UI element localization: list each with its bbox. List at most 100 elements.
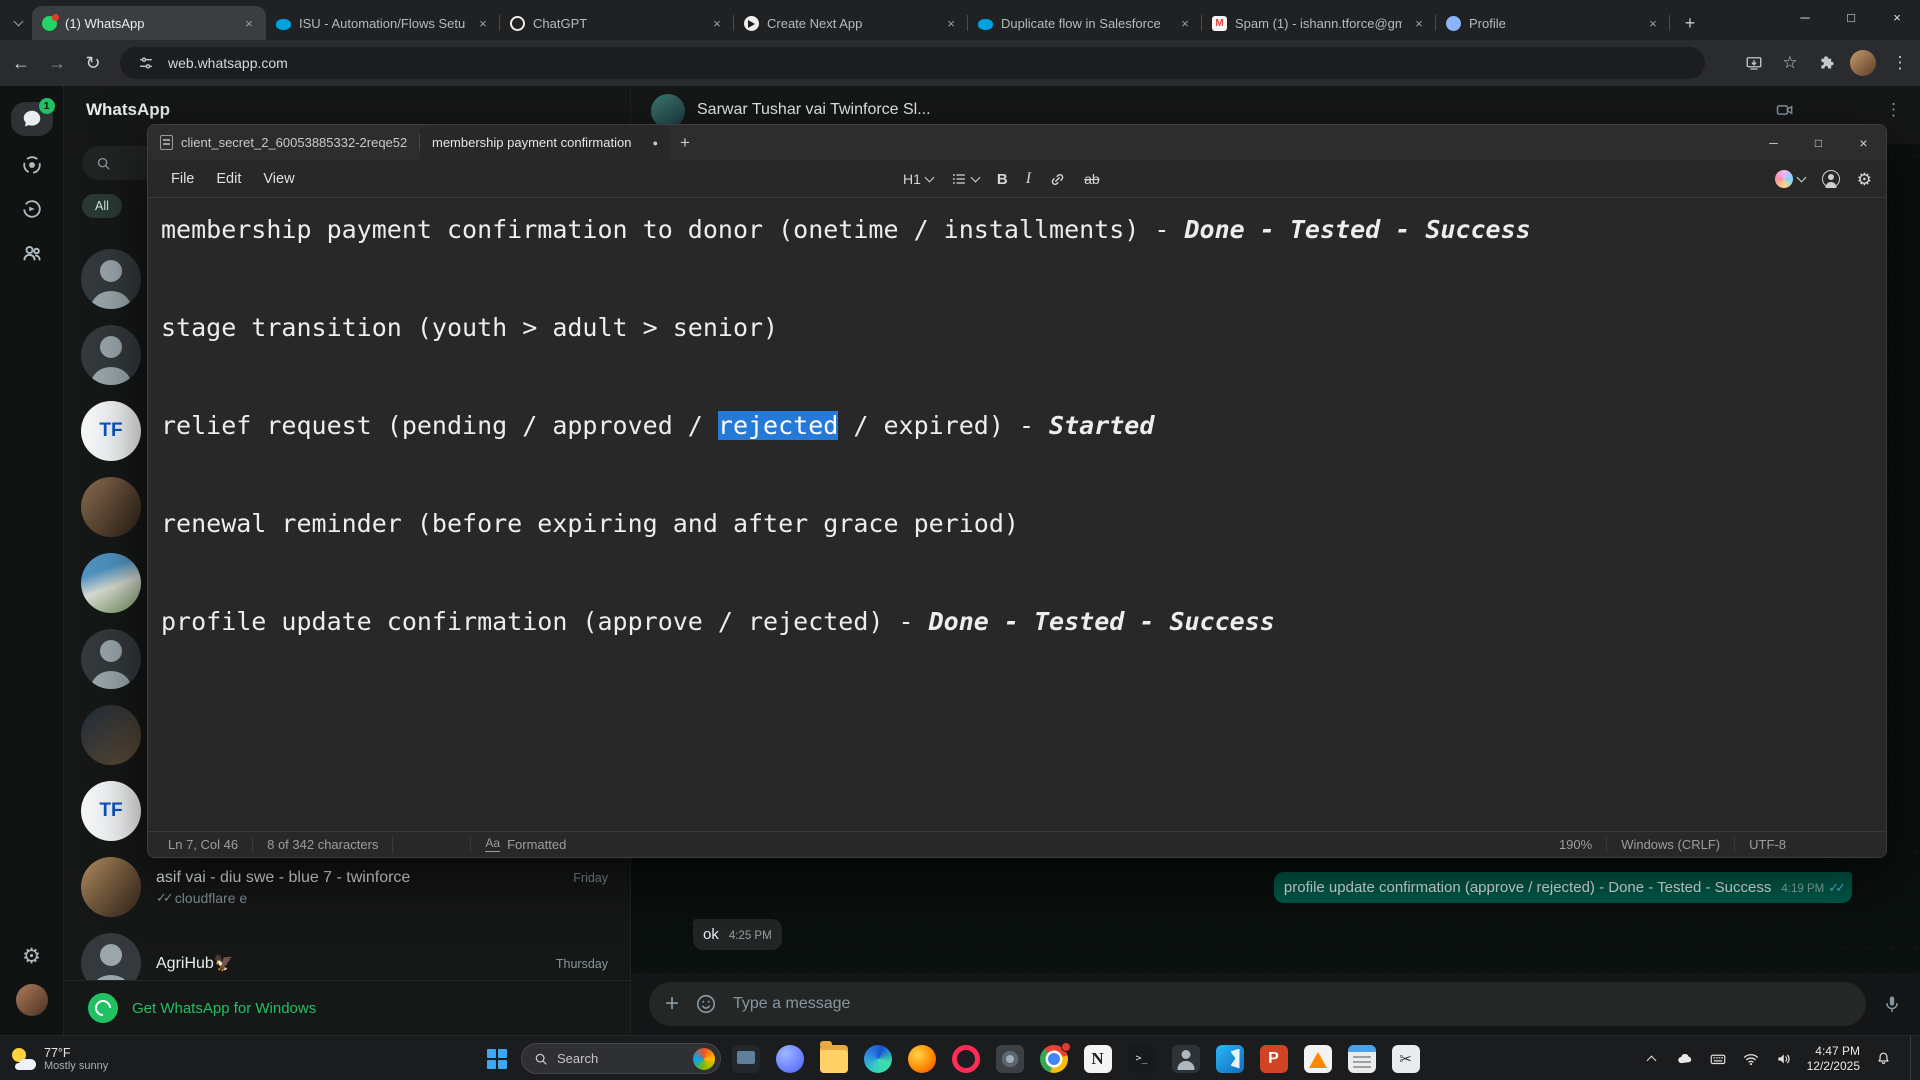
- notepad-new-tab-button[interactable]: +: [670, 125, 700, 160]
- taskbar-notepad-icon[interactable]: [1342, 1039, 1381, 1078]
- status-tab[interactable]: [11, 148, 53, 182]
- conversation-menu-kebab-icon[interactable]: ⋮: [1885, 100, 1902, 120]
- settings-button[interactable]: ⚙: [11, 939, 53, 973]
- tab-close-icon[interactable]: ×: [708, 14, 726, 32]
- profile-avatar-button[interactable]: [11, 983, 53, 1017]
- tab-search-button[interactable]: [4, 6, 32, 40]
- onedrive-cloud-icon[interactable]: [1675, 1049, 1695, 1069]
- taskbar-powerpoint-icon[interactable]: P: [1254, 1039, 1293, 1078]
- address-bar[interactable]: web.whatsapp.com: [120, 47, 1705, 79]
- notepad-maximize-button[interactable]: □: [1796, 125, 1841, 160]
- site-settings-icon[interactable]: [134, 51, 158, 75]
- extensions-puzzle-icon[interactable]: [1814, 51, 1838, 75]
- message-input[interactable]: + Type a message: [649, 982, 1866, 1026]
- browser-profile-avatar[interactable]: [1850, 50, 1876, 76]
- account-icon[interactable]: [1822, 170, 1840, 188]
- text-line: stage transition (youth > adult > senior…: [161, 303, 1876, 352]
- tab-close-icon[interactable]: ×: [1644, 14, 1662, 32]
- browser-tab-next-app[interactable]: Create Next App ×: [734, 6, 968, 40]
- taskbar-camera-icon[interactable]: [990, 1039, 1029, 1078]
- taskbar-firefox-icon[interactable]: [902, 1039, 941, 1078]
- menu-view[interactable]: View: [252, 166, 305, 192]
- communities-tab[interactable]: [11, 236, 53, 270]
- chats-tab[interactable]: 1: [11, 102, 53, 136]
- attach-plus-icon[interactable]: +: [665, 992, 679, 1016]
- microphone-icon[interactable]: [1878, 990, 1906, 1018]
- taskbar-search-box[interactable]: Search: [521, 1043, 721, 1074]
- notepad-tab-membership[interactable]: membership payment confirmation ●: [420, 125, 670, 160]
- close-button[interactable]: ×: [1874, 0, 1920, 34]
- notepad-minimize-button[interactable]: ─: [1751, 125, 1796, 160]
- taskbar-clock[interactable]: 4:47 PM 12/2/2025: [1807, 1044, 1860, 1074]
- taskbar-phone-link-icon[interactable]: [770, 1039, 809, 1078]
- bookmark-star-icon[interactable]: ☆: [1778, 51, 1802, 75]
- video-call-icon[interactable]: [1775, 100, 1795, 120]
- minimize-button[interactable]: ─: [1782, 0, 1828, 34]
- language-keyboard-icon[interactable]: [1708, 1049, 1728, 1069]
- taskbar-notion-icon[interactable]: N: [1078, 1039, 1117, 1078]
- clock-time: 4:47 PM: [1807, 1044, 1860, 1059]
- notepad-tab-client-secret[interactable]: client_secret_2_60053885332-2reqe52rrib: [148, 125, 420, 160]
- taskbar-chrome-icon[interactable]: [1034, 1039, 1073, 1078]
- browser-menu-kebab-icon[interactable]: ⋮: [1888, 51, 1912, 75]
- zoom-level[interactable]: 190%: [1545, 837, 1607, 853]
- taskbar-monitor-app-icon[interactable]: [726, 1039, 765, 1078]
- hidden-icons-chevron[interactable]: [1642, 1049, 1662, 1069]
- install-app-icon[interactable]: [1742, 51, 1766, 75]
- notifications-bell-icon[interactable]: [1873, 1049, 1893, 1069]
- maximize-button[interactable]: □: [1828, 0, 1874, 34]
- notepad-titlebar[interactable]: client_secret_2_60053885332-2reqe52rrib …: [148, 125, 1886, 160]
- tab-close-icon[interactable]: ×: [1176, 14, 1194, 32]
- get-whatsapp-banner[interactable]: Get WhatsApp for Windows: [64, 980, 630, 1035]
- taskbar-terminal-icon[interactable]: >_: [1122, 1039, 1161, 1078]
- link-icon[interactable]: [1049, 171, 1066, 188]
- start-button[interactable]: [477, 1039, 516, 1078]
- profile-favicon: [1446, 16, 1461, 31]
- tab-close-icon[interactable]: ×: [240, 14, 258, 32]
- browser-tab-whatsapp[interactable]: (1) WhatsApp ×: [32, 6, 266, 40]
- notepad-close-button[interactable]: ×: [1841, 125, 1886, 160]
- browser-tab-salesforce-flow[interactable]: Duplicate flow in Salesforce ×: [968, 6, 1202, 40]
- taskbar-contacts-icon[interactable]: [1166, 1039, 1205, 1078]
- bold-button[interactable]: B: [997, 171, 1008, 188]
- chat-time: Friday: [573, 871, 608, 885]
- emoji-icon[interactable]: [695, 993, 717, 1015]
- browser-tab-gmail-spam[interactable]: Spam (1) - ishann.tforce@gma... ×: [1202, 6, 1436, 40]
- browser-tab-chatgpt[interactable]: ChatGPT ×: [500, 6, 734, 40]
- taskbar-vlc-icon[interactable]: [1298, 1039, 1337, 1078]
- outgoing-message-bubble: profile update confirmation (approve / r…: [1274, 872, 1852, 903]
- taskbar-opera-icon[interactable]: [946, 1039, 985, 1078]
- show-desktop-button[interactable]: [1910, 1036, 1914, 1080]
- contact-avatar: [81, 857, 141, 917]
- tab-close-icon[interactable]: ×: [474, 14, 492, 32]
- chat-list-item-asif[interactable]: asif vai - diu swe - blue 7 - twinforce …: [64, 849, 630, 925]
- italic-button[interactable]: I: [1026, 170, 1031, 188]
- tab-close-icon[interactable]: ×: [942, 14, 960, 32]
- taskbar-snipping-tool-icon[interactable]: ✂: [1386, 1039, 1425, 1078]
- copilot-button[interactable]: [1775, 170, 1805, 188]
- tab-close-icon[interactable]: ×: [1410, 14, 1428, 32]
- taskbar-file-explorer-icon[interactable]: [814, 1039, 853, 1078]
- back-button[interactable]: ←: [6, 48, 36, 78]
- notepad-text-area[interactable]: membership payment confirmation to donor…: [148, 199, 1886, 831]
- taskbar-vscode-icon[interactable]: [1210, 1039, 1249, 1078]
- volume-icon[interactable]: [1774, 1049, 1794, 1069]
- menu-file[interactable]: File: [160, 166, 205, 192]
- notepad-window[interactable]: client_secret_2_60053885332-2reqe52rrib …: [147, 124, 1887, 858]
- filter-chip-all[interactable]: All: [82, 194, 122, 218]
- browser-tab-isu-flows[interactable]: ISU - Automation/Flows Setup ×: [266, 6, 500, 40]
- notepad-window-controls: ─ □ ×: [1751, 125, 1886, 160]
- heading-dropdown[interactable]: H1: [903, 171, 933, 187]
- channels-tab[interactable]: [11, 192, 53, 226]
- browser-tab-profile[interactable]: Profile ×: [1436, 6, 1670, 40]
- strikethrough-button[interactable]: ab: [1084, 171, 1100, 187]
- forward-button[interactable]: →: [42, 48, 72, 78]
- weather-widget[interactable]: 77°F Mostly sunny: [10, 1036, 108, 1080]
- new-tab-button[interactable]: +: [1676, 9, 1704, 37]
- notepad-settings-gear-icon[interactable]: ⚙: [1857, 171, 1872, 188]
- menu-edit[interactable]: Edit: [205, 166, 252, 192]
- taskbar-edge-icon[interactable]: [858, 1039, 897, 1078]
- reload-button[interactable]: ↻: [78, 48, 108, 78]
- wifi-icon[interactable]: [1741, 1049, 1761, 1069]
- list-dropdown[interactable]: [951, 171, 979, 187]
